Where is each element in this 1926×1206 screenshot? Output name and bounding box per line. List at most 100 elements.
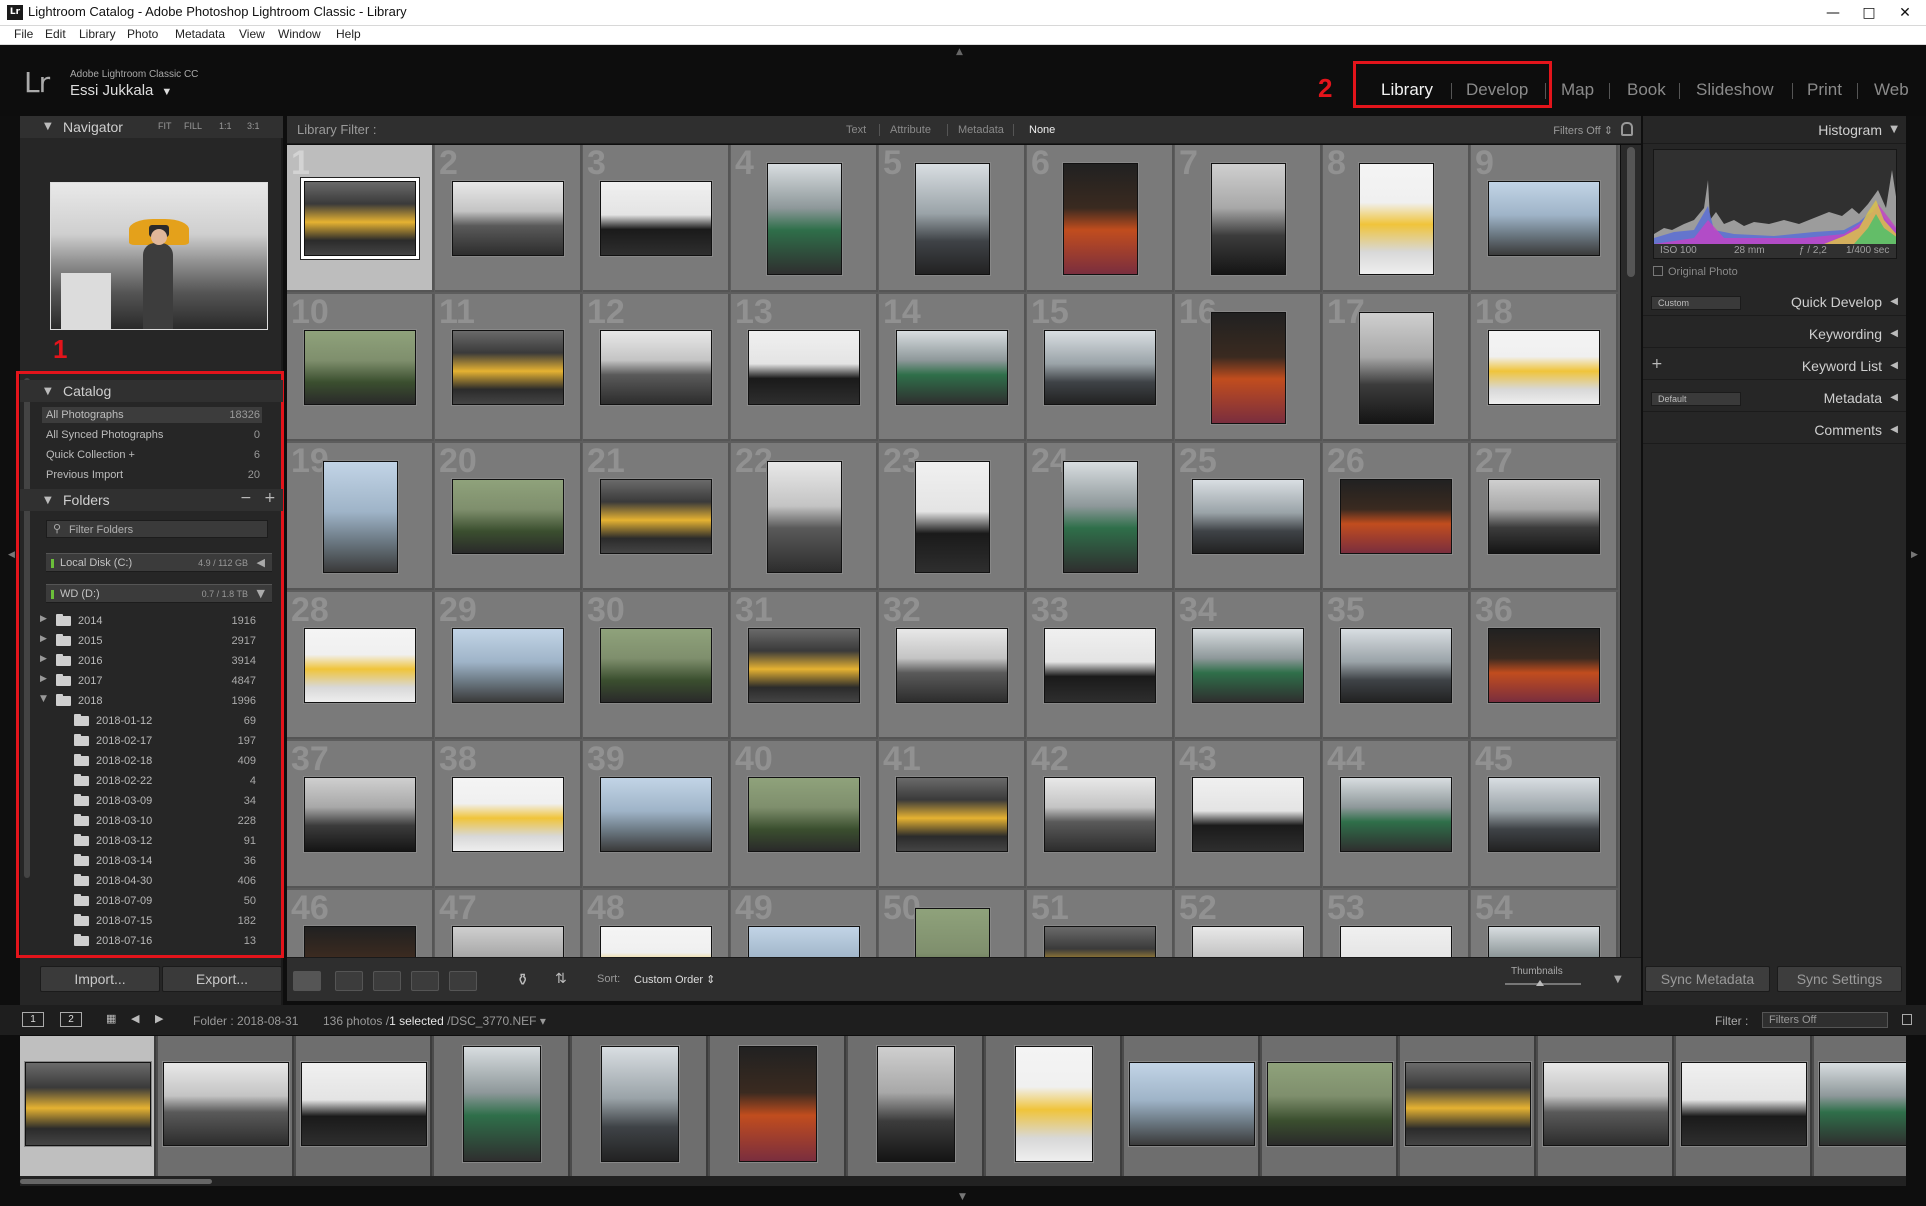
forward-arrow-icon[interactable]: ▶ — [155, 1012, 163, 1025]
grid-cell[interactable]: 11 — [435, 293, 582, 441]
photo-count[interactable]: 136 photos /1 selected /DSC_3770.NEF ▾ — [323, 1014, 546, 1028]
grid-cell[interactable]: 15 — [1027, 293, 1174, 441]
catalog-item[interactable]: Quick Collection + 6 — [42, 447, 262, 463]
catalog-item[interactable]: Previous Import 20 — [42, 467, 262, 483]
identity-plate-user[interactable]: Essi Jukkala ▼ — [70, 82, 172, 99]
quick-develop-header[interactable]: Custom Quick Develop ◀ — [1643, 288, 1906, 316]
grid-cell[interactable]: 23 — [879, 442, 1026, 590]
photo-thumbnail[interactable] — [304, 181, 416, 256]
grid-cell[interactable]: 46 — [287, 889, 434, 957]
filmstrip-frame[interactable] — [986, 1036, 1122, 1176]
collapse-top-panel-icon[interactable]: ▲ — [956, 47, 963, 57]
grid-cell[interactable]: 37 — [287, 740, 434, 888]
secondary-window-button[interactable]: 2 — [60, 1012, 82, 1027]
folder-row[interactable]: ▶ 2017 4847 — [40, 672, 266, 690]
grid-cell[interactable]: 19 — [287, 442, 434, 590]
grid-cell[interactable]: 29 — [435, 591, 582, 739]
grid-cell[interactable]: 25 — [1175, 442, 1322, 590]
photo-thumbnail[interactable] — [600, 777, 712, 852]
photo-thumbnail[interactable] — [600, 628, 712, 703]
photo-thumbnail[interactable] — [1340, 926, 1452, 957]
photo-thumbnail[interactable] — [600, 479, 712, 554]
compare-view-icon[interactable] — [373, 971, 401, 991]
import-button[interactable]: Import... — [40, 966, 160, 992]
filmstrip-thumbnail[interactable] — [1267, 1062, 1393, 1146]
filmstrip-frame[interactable] — [1814, 1036, 1906, 1176]
photo-thumbnail[interactable] — [600, 330, 712, 405]
sort-dropdown[interactable]: Custom Order ⇕ — [634, 973, 715, 986]
filmstrip-frame[interactable] — [572, 1036, 708, 1176]
module-web[interactable]: Web — [1874, 80, 1909, 100]
sync-metadata-button[interactable]: Sync Metadata — [1645, 966, 1770, 992]
photo-thumbnail[interactable] — [1488, 181, 1600, 256]
grid-cell[interactable]: 5 — [879, 145, 1026, 292]
menu-edit[interactable]: Edit — [45, 27, 66, 41]
filmstrip-frame[interactable] — [1400, 1036, 1536, 1176]
grid-cell[interactable]: 33 — [1027, 591, 1174, 739]
volume-local-disk[interactable]: Local Disk (C:) 4.9 / 112 GB ◀ — [46, 553, 272, 572]
filmstrip-thumbnail[interactable] — [301, 1062, 427, 1146]
grid-cell[interactable]: 26 — [1323, 442, 1470, 590]
triangle-right-icon[interactable]: ▶ — [40, 654, 47, 664]
grid-cell[interactable]: 31 — [731, 591, 878, 739]
grid-cell[interactable]: 22 — [731, 442, 878, 590]
nav-option-fill[interactable]: FILL — [184, 121, 202, 131]
filmstrip-frame[interactable] — [1538, 1036, 1674, 1176]
filmstrip-frame[interactable] — [434, 1036, 570, 1176]
filter-tab-text[interactable]: Text — [846, 124, 866, 136]
menu-metadata[interactable]: Metadata — [175, 27, 225, 41]
grid-cell[interactable]: 14 — [879, 293, 1026, 441]
keywording-header[interactable]: Keywording ◀ — [1643, 320, 1906, 348]
grid-cell[interactable]: 6 — [1027, 145, 1174, 292]
photo-thumbnail[interactable] — [748, 628, 860, 703]
grid-cell[interactable]: 44 — [1323, 740, 1470, 888]
photo-thumbnail[interactable] — [1192, 479, 1304, 554]
photo-thumbnail[interactable] — [915, 461, 990, 573]
photo-thumbnail[interactable] — [304, 330, 416, 405]
filmstrip-scrollbar[interactable] — [20, 1176, 1906, 1186]
spray-can-icon[interactable]: ⚱ — [516, 970, 529, 989]
photo-thumbnail[interactable] — [452, 926, 564, 957]
folder-row[interactable]: 2018-03-10 228 — [40, 812, 266, 830]
photo-thumbnail[interactable] — [1488, 479, 1600, 554]
grid-cell[interactable]: 34 — [1175, 591, 1322, 739]
back-arrow-icon[interactable]: ◀ — [131, 1012, 139, 1025]
filmstrip-frame[interactable] — [848, 1036, 984, 1176]
metadata-preset-dropdown[interactable]: Default — [1651, 392, 1741, 406]
grid-cell[interactable]: 48 — [583, 889, 730, 957]
keyword-list-header[interactable]: + Keyword List ◀ — [1643, 352, 1906, 380]
grid-cell[interactable]: 49 — [731, 889, 878, 957]
photo-thumbnail[interactable] — [323, 461, 398, 573]
module-map[interactable]: Map — [1561, 80, 1594, 100]
triangle-right-icon[interactable]: ▶ — [40, 634, 47, 644]
folder-row[interactable]: ▼ 2018 1996 — [40, 692, 266, 710]
filmstrip-filter-dropdown[interactable]: Filters Off — [1762, 1012, 1888, 1028]
navigator-header[interactable]: ▼ Navigator FIT FILL 1:1 3:1 — [20, 116, 283, 138]
grid-cell[interactable]: 42 — [1027, 740, 1174, 888]
photo-thumbnail[interactable] — [452, 777, 564, 852]
sort-direction-icon[interactable]: ⇅ — [555, 971, 567, 987]
folder-row[interactable]: 2018-07-09 50 — [40, 892, 266, 910]
photo-thumbnail[interactable] — [1488, 628, 1600, 703]
folder-row[interactable]: 2018-07-15 182 — [40, 912, 266, 930]
menu-library[interactable]: Library — [79, 27, 116, 41]
filmstrip-frame[interactable] — [296, 1036, 432, 1176]
grid-cell[interactable]: 8 — [1323, 145, 1470, 292]
photo-thumbnail[interactable] — [1044, 777, 1156, 852]
photo-thumbnail[interactable] — [1063, 163, 1138, 275]
grid-cell[interactable]: 38 — [435, 740, 582, 888]
grid-cell[interactable]: 1 — [287, 145, 434, 292]
photo-thumbnail[interactable] — [1488, 777, 1600, 852]
grid-scrollbar-thumb[interactable] — [1627, 147, 1635, 277]
photo-thumbnail[interactable] — [1340, 479, 1452, 554]
grid-cell[interactable]: 50 — [879, 889, 1026, 957]
filmstrip-thumbnail[interactable] — [25, 1062, 151, 1146]
photo-thumbnail[interactable] — [1488, 330, 1600, 405]
photo-thumbnail[interactable] — [1211, 163, 1286, 275]
folder-row[interactable]: 2018-02-17 197 — [40, 732, 266, 750]
grid-cell[interactable]: 39 — [583, 740, 730, 888]
filmstrip-thumbnail[interactable] — [877, 1046, 955, 1162]
grid-cell[interactable]: 36 — [1471, 591, 1618, 739]
grid-cell[interactable]: 30 — [583, 591, 730, 739]
filmstrip-thumbnail[interactable] — [601, 1046, 679, 1162]
